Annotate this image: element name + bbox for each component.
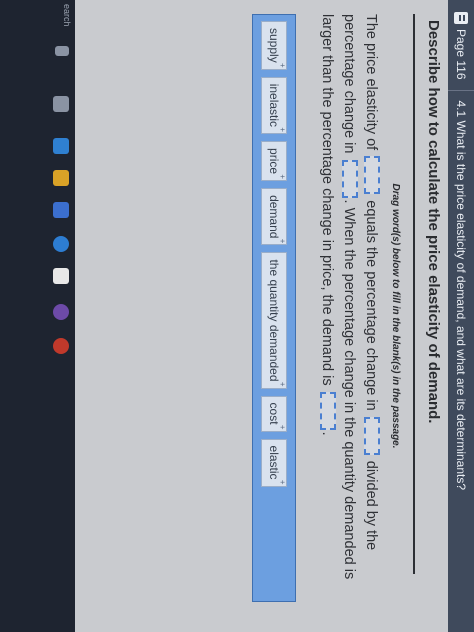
edge-icon[interactable] bbox=[53, 138, 69, 154]
passage-text-1: The price elasticity of bbox=[363, 14, 379, 151]
word-chip-label: inelastic bbox=[267, 83, 281, 128]
plus-icon: + bbox=[278, 479, 287, 485]
word-chip-label: demand bbox=[267, 195, 281, 239]
top-bar: Page 116 4.1 What is the price elasticit… bbox=[448, 0, 474, 632]
question-title: 4.1 What is the price elasticity of dema… bbox=[454, 100, 468, 491]
blank-1[interactable] bbox=[364, 156, 380, 195]
book-icon bbox=[454, 12, 468, 24]
store-icon[interactable] bbox=[53, 202, 69, 218]
word-chip-elastic[interactable]: elastic + bbox=[261, 438, 287, 487]
word-chip-demand[interactable]: demand + bbox=[261, 188, 287, 246]
passage-text-2: equals the percentage change in bbox=[363, 200, 379, 411]
main-content: Describe how to calculate the price elas… bbox=[75, 0, 448, 632]
word-chip-inelastic[interactable]: inelastic + bbox=[261, 76, 287, 135]
word-chip-price[interactable]: price + bbox=[261, 141, 287, 182]
page-button[interactable]: Page 116 bbox=[448, 0, 474, 91]
word-chip-label: price bbox=[267, 148, 281, 175]
chrome-icon[interactable] bbox=[53, 338, 69, 354]
word-chip-label: elastic bbox=[267, 445, 281, 480]
page-title: Describe how to calculate the price elas… bbox=[425, 20, 442, 424]
blank-3[interactable] bbox=[342, 159, 358, 198]
browser-icon[interactable] bbox=[53, 304, 69, 320]
passage: The price elasticity of equals the perce… bbox=[316, 14, 382, 590]
plus-icon: + bbox=[278, 63, 287, 68]
task-view-icon[interactable] bbox=[53, 96, 69, 112]
instruction-text: Drag word(s) below to fill in the blank(… bbox=[390, 183, 401, 449]
plus-icon: + bbox=[278, 424, 287, 430]
mail-icon[interactable] bbox=[53, 236, 69, 252]
taskbar: earch bbox=[0, 0, 75, 632]
plus-icon: + bbox=[278, 174, 287, 180]
word-chip-label: supply bbox=[267, 28, 281, 63]
plus-icon: + bbox=[278, 381, 287, 387]
word-chip-supply[interactable]: supply + bbox=[261, 21, 287, 70]
blank-2[interactable] bbox=[364, 416, 380, 455]
taskbar-search[interactable]: earch bbox=[62, 4, 72, 27]
page-label: Page 116 bbox=[454, 29, 468, 80]
word-chip-quantity-demanded[interactable]: the quantity demanded + bbox=[261, 252, 287, 389]
plus-icon: + bbox=[278, 238, 287, 244]
blank-4[interactable] bbox=[320, 391, 336, 430]
word-chip-cost[interactable]: cost + bbox=[261, 395, 287, 432]
mic-icon[interactable] bbox=[55, 46, 69, 56]
folder-icon[interactable] bbox=[53, 170, 69, 186]
word-chip-label: cost bbox=[267, 402, 281, 425]
screen-content: Page 116 4.1 What is the price elasticit… bbox=[0, 0, 474, 632]
divider bbox=[413, 14, 415, 574]
plus-icon: + bbox=[278, 127, 287, 133]
app-icon[interactable] bbox=[53, 268, 69, 284]
word-bank: supply + inelastic + price + demand + th… bbox=[252, 14, 296, 602]
passage-text-5: . bbox=[319, 431, 335, 436]
word-chip-label: the quantity demanded bbox=[267, 259, 281, 382]
